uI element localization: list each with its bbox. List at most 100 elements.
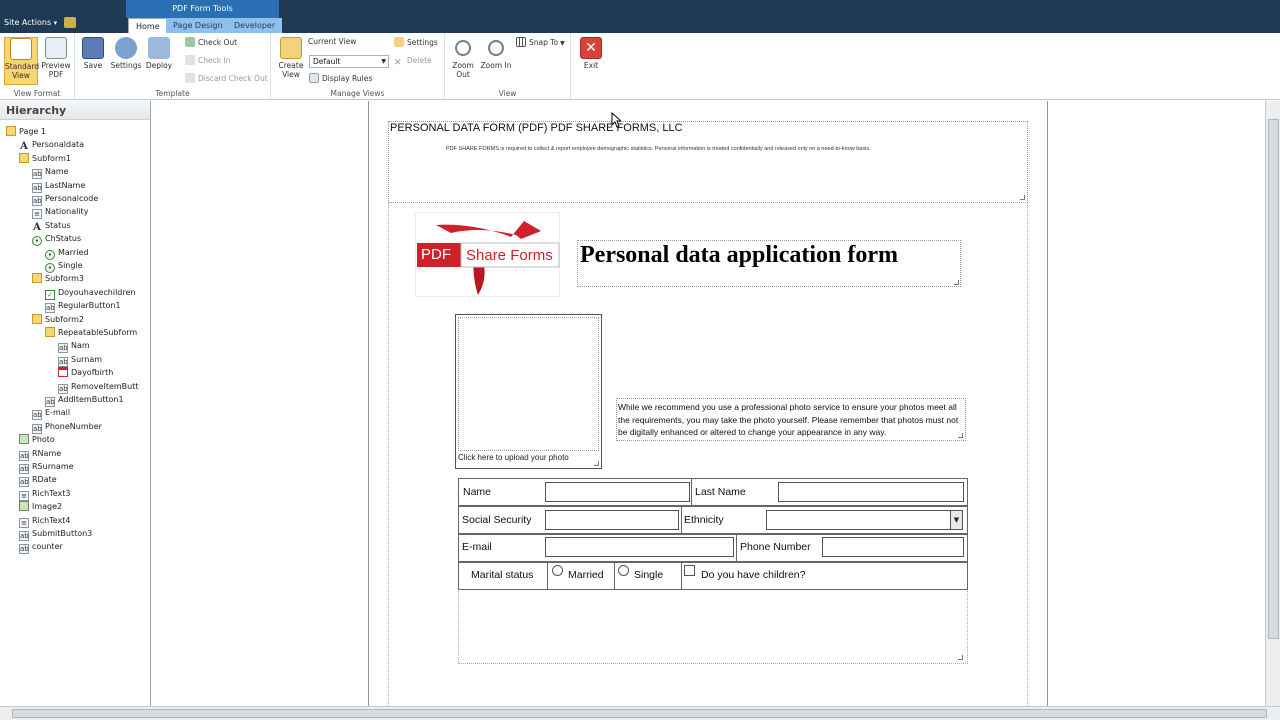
tree-item[interactable]: ≡ RichText4 [19,514,71,528]
current-view-select[interactable]: Default ▼ [309,55,389,68]
navigate-up-icon[interactable] [64,17,76,28]
chevron-down-icon[interactable]: ▼ [950,511,962,529]
check-in-label: Check In [198,56,231,65]
tree-item[interactable]: ab RemoveItemButt [58,380,139,394]
resize-handle[interactable] [1020,195,1025,200]
tree-item[interactable]: ab Surnam [58,353,102,367]
check-in-button[interactable]: Check In [185,55,230,67]
view-settings-label: Settings [407,38,438,47]
view-settings-button[interactable]: Settings [394,37,438,49]
tree-item[interactable]: ab RSurname [19,460,74,474]
photo-note-text[interactable]: While we recommend you use a professiona… [618,401,966,439]
tree-item[interactable]: Dayofbirth [58,366,113,379]
phone-number-input[interactable] [822,537,964,557]
email-input[interactable] [545,537,734,557]
save-label: Save [83,61,103,70]
check-out-icon [185,37,195,47]
tree-item[interactable]: • ChStatus [32,232,81,247]
photo-upload-label[interactable]: Click here to upload your photo [458,453,569,462]
template-settings-button[interactable]: Settings [110,37,142,70]
tree-item[interactable]: A Status [32,219,70,233]
divider [681,562,682,590]
tab-home[interactable]: Home [128,18,168,33]
last-name-input[interactable] [778,482,964,502]
view-group-label: View [498,89,517,98]
tree-item[interactable]: ab LastName [32,179,85,193]
tree-item[interactable]: ≡ Nationality [32,205,88,220]
tree-item[interactable]: Image2 [19,500,62,513]
display-rules-button[interactable]: Display Rules [309,73,372,85]
tab-page-design[interactable]: Page Design [166,18,230,33]
tree-item[interactable]: A Personaldata [19,138,85,152]
deploy-button[interactable]: Deploy [143,37,175,70]
tree-item[interactable]: RepeatableSubform [45,326,137,339]
tree-item[interactable]: ab RegularButton1 [45,299,121,314]
tree-item[interactable]: Page 1 [6,125,46,138]
tree-item-label: RSurname [32,462,74,471]
delete-view-button[interactable]: ✕ Delete [394,55,432,68]
tree-item-label: Personaldata [32,140,85,150]
logo-share-forms-text: Share Forms [466,247,553,264]
resize-handle[interactable] [958,433,963,438]
name-input[interactable] [545,482,690,502]
standard-view-button[interactable]: Standard View [4,37,39,85]
tree-item[interactable]: ab E-mail [32,406,70,421]
exit-button[interactable]: ✕ Exit [575,37,607,70]
form-title[interactable]: Personal data application form [580,242,898,269]
vertical-scrollbar[interactable] [1265,101,1280,706]
tree-item[interactable]: ab counter [19,540,63,555]
pdf-share-forms-logo[interactable]: PDF Share Forms [415,212,560,297]
date-icon [58,367,68,378]
tree-item[interactable]: Subform3 [32,272,84,285]
resize-handle[interactable] [958,655,963,660]
social-security-input[interactable] [545,510,679,530]
tree-item[interactable]: ab AddItemButton1 [45,393,124,407]
tree-item[interactable]: Subform2 [32,313,84,326]
tree-item[interactable]: ab Personalcode [32,192,99,206]
chevron-down-icon: ▼ [558,40,565,47]
preview-pdf-button[interactable]: Preview PDF [40,37,72,79]
horizontal-scrollbar[interactable] [0,706,1280,720]
tree-item[interactable]: Subform1 [19,152,71,165]
discard-check-out-label: Discard Check Out [198,74,268,83]
children-checkbox[interactable] [684,565,695,576]
tree-item[interactable]: ✓ Doyouhavechildren [45,286,135,300]
chevron-down-icon: ▼ [381,58,386,65]
tree-item-label: PhoneNumber [45,421,102,431]
tree-item[interactable]: ab PhoneNumber [32,420,102,434]
tree-item[interactable]: • Married [45,246,88,260]
tree-item[interactable]: ab Nam [58,339,90,354]
check-out-button[interactable]: Check Out [185,37,237,49]
tree-item[interactable]: ≡ RichText3 [19,487,71,501]
tree-item-label: Subform3 [45,274,84,284]
photo-placeholder[interactable] [458,317,599,451]
create-view-button[interactable]: Create View [275,37,307,79]
married-radio[interactable] [552,565,563,576]
tree-item[interactable]: ab SubmitButton3 [19,527,92,541]
horizontal-scrollbar-thumb[interactable] [12,709,1267,718]
single-radio[interactable] [618,565,629,576]
tree-item[interactable]: ab RDate [19,473,57,488]
zoom-in-button[interactable]: Zoom In [480,37,512,70]
tree-item[interactable]: Photo [19,433,55,446]
tree-item-label: Personalcode [45,194,99,203]
header-title[interactable]: PERSONAL DATA FORM (PDF) PDF SHARE FORMS… [390,122,683,134]
tree-item-label: RichText4 [32,515,71,525]
resize-handle[interactable] [954,280,959,285]
save-button[interactable]: Save [77,37,109,70]
tree-item[interactable]: ab RName [19,447,61,461]
ethnicity-dropdown[interactable]: ▼ [766,510,963,530]
tree-item[interactable]: • Single [45,259,83,273]
textfield-icon: ab [19,544,29,555]
snap-to-button[interactable]: Snap To ▼ [516,37,565,49]
resize-handle[interactable] [594,461,599,466]
email-label: E-mail [462,541,492,553]
tab-developer[interactable]: Developer [227,18,283,33]
vertical-scrollbar-thumb[interactable] [1268,119,1279,639]
tree-item[interactable]: ab Name [32,165,69,180]
deploy-label: Deploy [145,61,173,70]
zoom-out-button[interactable]: Zoom Out [447,37,479,79]
site-actions-menu[interactable]: Site Actions ▾ [4,18,57,27]
discard-check-out-button[interactable]: Discard Check Out [185,73,268,85]
header-subtitle[interactable]: PDF SHARE FORMS is required to collect &… [446,146,871,152]
